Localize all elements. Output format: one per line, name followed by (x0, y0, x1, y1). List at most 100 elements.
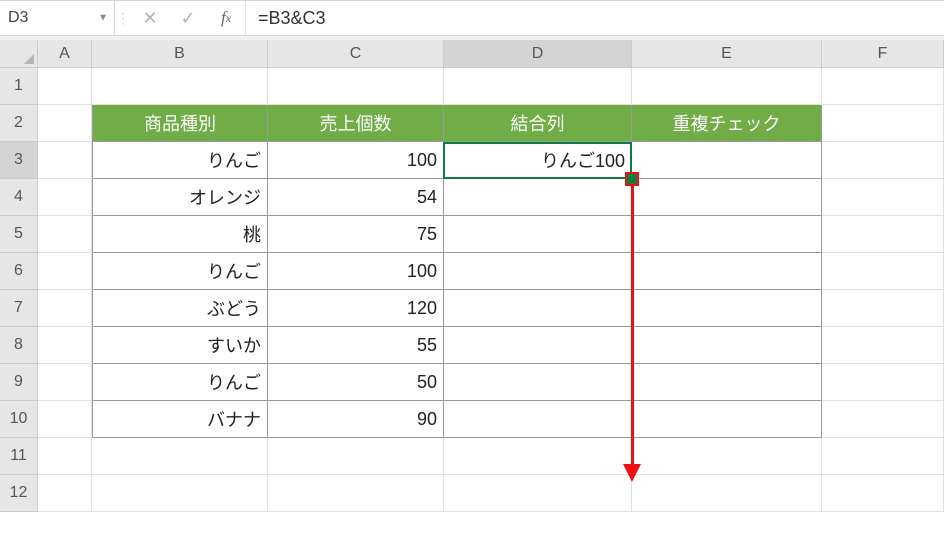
row-header-12[interactable]: 12 (0, 475, 38, 512)
col-header-E[interactable]: E (632, 40, 822, 67)
cell-F9[interactable] (822, 364, 944, 401)
cell-E10[interactable] (632, 401, 822, 438)
row-header-7[interactable]: 7 (0, 290, 38, 327)
cell-E3[interactable] (632, 142, 822, 179)
cell-F4[interactable] (822, 179, 944, 216)
cell-C6[interactable]: 100 (268, 253, 444, 290)
cell-C1[interactable] (268, 68, 444, 105)
col-header-D[interactable]: D (444, 40, 632, 67)
col-header-F[interactable]: F (822, 40, 944, 67)
row-header-10[interactable]: 10 (0, 401, 38, 438)
fill-handle[interactable] (625, 172, 639, 186)
cell-B2[interactable]: 商品種別 (92, 105, 268, 142)
cell-C11[interactable] (268, 438, 444, 475)
cell-C3[interactable]: 100 (268, 142, 444, 179)
chevron-down-icon[interactable]: ▼ (98, 13, 108, 24)
cell-E12[interactable] (632, 475, 822, 512)
cell-F1[interactable] (822, 68, 944, 105)
row-header-5[interactable]: 5 (0, 216, 38, 253)
cell-B5[interactable]: 桃 (92, 216, 268, 253)
cancel-icon[interactable]: ✕ (131, 1, 169, 35)
cell-E11[interactable] (632, 438, 822, 475)
cell-E6[interactable] (632, 253, 822, 290)
cell-C4[interactable]: 54 (268, 179, 444, 216)
cell-C12[interactable] (268, 475, 444, 512)
cell-B11[interactable] (92, 438, 268, 475)
col-header-B[interactable]: B (92, 40, 268, 67)
cell-F12[interactable] (822, 475, 944, 512)
cell-A2[interactable] (38, 105, 92, 142)
cell-C5[interactable]: 75 (268, 216, 444, 253)
formula-input[interactable]: =B3&C3 (246, 1, 944, 35)
row-header-1[interactable]: 1 (0, 68, 38, 105)
cell-D5[interactable] (444, 216, 632, 253)
cell-A3[interactable] (38, 142, 92, 179)
cell-A1[interactable] (38, 68, 92, 105)
cell-A10[interactable] (38, 401, 92, 438)
row-header-9[interactable]: 9 (0, 364, 38, 401)
cell-F2[interactable] (822, 105, 944, 142)
cell-D2[interactable]: 結合列 (444, 105, 632, 142)
cell-F10[interactable] (822, 401, 944, 438)
row-header-11[interactable]: 11 (0, 438, 38, 475)
cell-E2[interactable]: 重複チェック (632, 105, 822, 142)
cell-F8[interactable] (822, 327, 944, 364)
cell-B10[interactable]: バナナ (92, 401, 268, 438)
grid: 1 2 商品種別 売上個数 結合列 重複チェック 3 りんご 100 りんご10… (0, 68, 944, 512)
cell-C8[interactable]: 55 (268, 327, 444, 364)
cell-C7[interactable]: 120 (268, 290, 444, 327)
cell-A11[interactable] (38, 438, 92, 475)
name-box[interactable]: D3 ▼ (0, 1, 115, 35)
cell-B8[interactable]: すいか (92, 327, 268, 364)
cell-F11[interactable] (822, 438, 944, 475)
cell-D8[interactable] (444, 327, 632, 364)
row-header-3[interactable]: 3 (0, 142, 38, 179)
cell-C2[interactable]: 売上個数 (268, 105, 444, 142)
cell-D3[interactable]: りんご100 (444, 142, 632, 179)
cell-F7[interactable] (822, 290, 944, 327)
cell-F6[interactable] (822, 253, 944, 290)
row-header-2[interactable]: 2 (0, 105, 38, 142)
row-3: 3 りんご 100 りんご100 (0, 142, 944, 179)
select-all-corner[interactable] (0, 40, 38, 67)
cell-B4[interactable]: オレンジ (92, 179, 268, 216)
cell-F5[interactable] (822, 216, 944, 253)
cell-A9[interactable] (38, 364, 92, 401)
cell-B3[interactable]: りんご (92, 142, 268, 179)
cell-A8[interactable] (38, 327, 92, 364)
col-header-A[interactable]: A (38, 40, 92, 67)
cell-B12[interactable] (92, 475, 268, 512)
cell-D11[interactable] (444, 438, 632, 475)
cell-D6[interactable] (444, 253, 632, 290)
row-header-8[interactable]: 8 (0, 327, 38, 364)
cell-B9[interactable]: りんご (92, 364, 268, 401)
cell-E4[interactable] (632, 179, 822, 216)
cell-A4[interactable] (38, 179, 92, 216)
cell-B7[interactable]: ぶどう (92, 290, 268, 327)
cell-A12[interactable] (38, 475, 92, 512)
cell-D10[interactable] (444, 401, 632, 438)
cell-A6[interactable] (38, 253, 92, 290)
cell-E1[interactable] (632, 68, 822, 105)
cell-D9[interactable] (444, 364, 632, 401)
cell-D7[interactable] (444, 290, 632, 327)
cell-F3[interactable] (822, 142, 944, 179)
cell-A7[interactable] (38, 290, 92, 327)
cell-E7[interactable] (632, 290, 822, 327)
cell-D4[interactable] (444, 179, 632, 216)
cell-B1[interactable] (92, 68, 268, 105)
cell-E8[interactable] (632, 327, 822, 364)
row-header-4[interactable]: 4 (0, 179, 38, 216)
cell-B6[interactable]: りんご (92, 253, 268, 290)
confirm-icon[interactable]: ✓ (169, 1, 207, 35)
row-header-6[interactable]: 6 (0, 253, 38, 290)
cell-D1[interactable] (444, 68, 632, 105)
cell-C10[interactable]: 90 (268, 401, 444, 438)
col-header-C[interactable]: C (268, 40, 444, 67)
cell-E9[interactable] (632, 364, 822, 401)
cell-D12[interactable] (444, 475, 632, 512)
fx-icon[interactable]: fx (207, 1, 245, 35)
cell-C9[interactable]: 50 (268, 364, 444, 401)
cell-E5[interactable] (632, 216, 822, 253)
cell-A5[interactable] (38, 216, 92, 253)
